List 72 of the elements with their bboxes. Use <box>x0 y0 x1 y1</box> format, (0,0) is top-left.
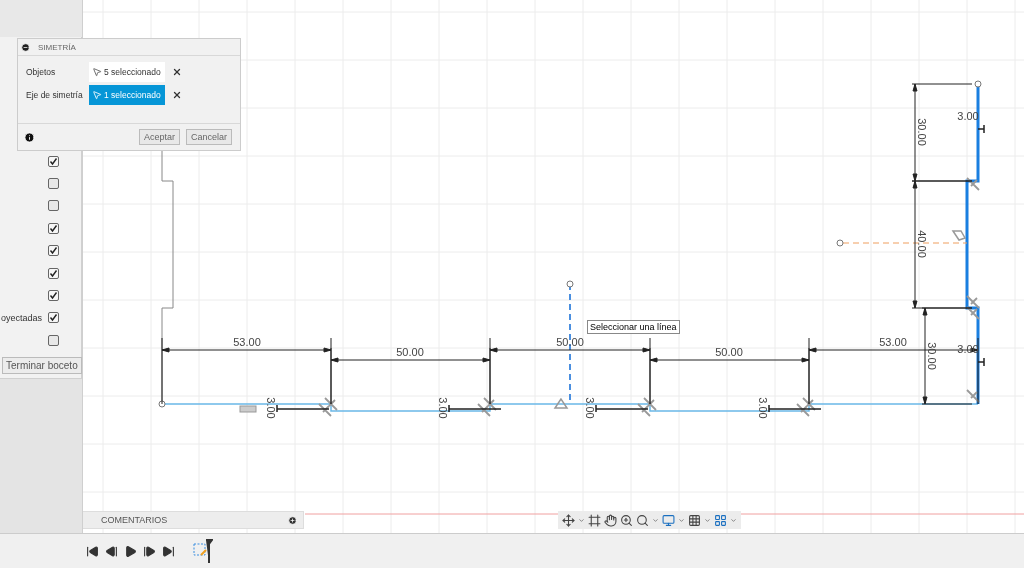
grid-icon[interactable] <box>688 513 701 527</box>
dialog-button[interactable]: Cancelar <box>185 129 232 145</box>
step-forward-icon[interactable] <box>143 544 156 558</box>
checkbox[interactable] <box>48 267 59 279</box>
checkbox[interactable] <box>48 312 59 324</box>
close-icon[interactable] <box>172 90 182 100</box>
dimension-value[interactable]: 50.00 <box>556 336 584 348</box>
dimension-value[interactable]: 50.00 <box>396 346 424 358</box>
sketch-point[interactable] <box>566 280 574 288</box>
collapse-icon[interactable] <box>21 42 30 52</box>
dimension-line <box>977 124 985 134</box>
play-icon[interactable] <box>124 544 137 558</box>
constraint-icon[interactable] <box>477 403 491 417</box>
constraint-icon[interactable] <box>966 295 980 309</box>
constraint-icon[interactable] <box>966 306 980 320</box>
checkbox[interactable] <box>48 222 59 234</box>
constraint-icon[interactable] <box>324 397 338 411</box>
info-icon[interactable] <box>24 131 35 143</box>
sketch-point[interactable] <box>974 80 982 88</box>
field-label: Eje de simetría <box>26 90 84 100</box>
dimension-value[interactable]: 53.00 <box>879 336 907 348</box>
close-icon[interactable] <box>172 67 182 77</box>
tooltip: Seleccionar una línea <box>587 320 680 334</box>
comments-panel[interactable]: COMENTARIOS <box>83 511 304 529</box>
checkbox[interactable] <box>48 155 59 167</box>
dimension-value[interactable]: 30.00 <box>926 342 938 370</box>
constraint-icon[interactable] <box>966 177 980 191</box>
dimension-value[interactable]: 53.00 <box>233 336 261 348</box>
symmetry-constraint-icon[interactable] <box>553 397 569 409</box>
checkbox[interactable] <box>48 245 59 257</box>
finish-sketch-button[interactable]: Terminar boceto <box>2 356 82 374</box>
search-icon[interactable] <box>636 513 649 527</box>
dimension-value[interactable]: 3.00 <box>757 397 769 419</box>
constraint-icon[interactable] <box>802 397 816 411</box>
construction-line[interactable] <box>842 242 968 244</box>
dialog-button[interactable]: Aceptar <box>138 129 180 145</box>
skip-back-icon[interactable] <box>86 544 99 558</box>
dimension-value[interactable]: 30.00 <box>916 118 928 146</box>
selection-field[interactable]: 5 seleccionado <box>89 62 165 82</box>
sketch-feature-icon[interactable] <box>193 538 213 564</box>
sketch-point[interactable] <box>836 239 844 247</box>
checkbox[interactable] <box>48 178 59 190</box>
constraint-icon[interactable] <box>637 403 651 417</box>
checkbox[interactable] <box>48 290 59 302</box>
zoom-in-icon[interactable] <box>620 513 633 527</box>
constraint-icon[interactable] <box>796 403 810 417</box>
monitor-icon[interactable] <box>662 513 675 527</box>
add-icon[interactable] <box>288 515 297 525</box>
field-label: Objetos <box>26 67 57 77</box>
constraint-icon[interactable] <box>318 403 332 417</box>
dimension-value[interactable]: 3.00 <box>265 397 277 419</box>
skip-forward-icon[interactable] <box>162 544 175 558</box>
dialog-title: SIMETRÍA <box>38 42 76 52</box>
dimension-value[interactable]: 3.00 <box>584 397 596 419</box>
orbit-icon[interactable] <box>562 513 575 527</box>
dimension-value[interactable]: 50.00 <box>715 346 743 358</box>
constraint-icon[interactable] <box>643 397 657 411</box>
row-label: oyectadas <box>0 312 42 323</box>
sketch-point[interactable] <box>158 400 166 408</box>
dimension-value[interactable]: 40.00 <box>916 230 928 258</box>
symmetry-constraint-icon[interactable] <box>951 230 967 241</box>
cursor-icon <box>92 90 102 100</box>
layout-grid-icon[interactable] <box>714 513 727 527</box>
hand-icon[interactable] <box>604 513 617 527</box>
constraint-icon[interactable] <box>483 397 497 411</box>
cursor-icon <box>92 67 102 77</box>
checkbox[interactable] <box>48 334 59 346</box>
constraint-icon[interactable] <box>966 389 980 403</box>
dimension-value[interactable]: 3.00 <box>437 397 449 419</box>
checkbox[interactable] <box>48 200 59 212</box>
step-back-icon[interactable] <box>105 544 118 558</box>
comments-title: COMENTARIOS <box>101 515 168 525</box>
